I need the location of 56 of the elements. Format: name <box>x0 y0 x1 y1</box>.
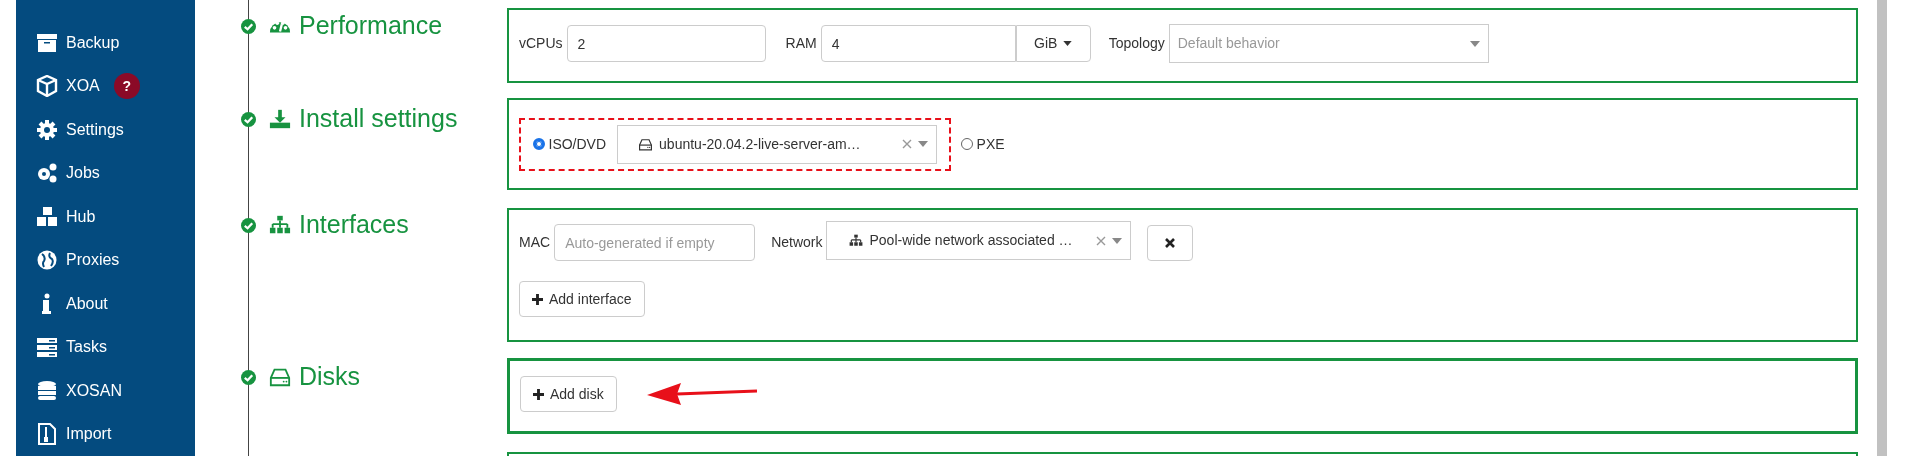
ram-field[interactable]: 4 <box>820 25 1016 62</box>
settings-icon <box>36 118 58 141</box>
cube-icon <box>36 75 58 98</box>
add-disk-button[interactable]: Add disk <box>520 376 617 412</box>
sidebar-item[interactable]: Jobs <box>16 151 195 195</box>
download-icon <box>269 108 291 130</box>
field-label: RAM <box>785 34 817 53</box>
network-select[interactable]: Pool-wide network associated … <box>826 221 1132 260</box>
section-title: Install settings <box>299 103 458 135</box>
add-interface-button[interactable]: Add interface <box>519 281 645 317</box>
close-icon <box>1165 237 1176 248</box>
field-label: Topology <box>1108 34 1165 53</box>
scrollbar[interactable] <box>1877 0 1887 456</box>
section-title: Interfaces <box>299 209 409 241</box>
sidebar-item[interactable]: Settings <box>16 108 195 152</box>
plus-icon <box>533 388 544 400</box>
mac-field[interactable]: Auto-generated if empty <box>554 224 756 261</box>
plus-icon <box>532 293 543 305</box>
globe-icon <box>36 249 58 272</box>
field-label: vCPUs <box>519 34 563 53</box>
radio-option[interactable]: ISO/DVD <box>533 133 607 155</box>
radio-option[interactable]: PXE <box>961 133 1005 155</box>
hard-drive-icon <box>269 366 291 388</box>
hard-drive-icon <box>638 137 654 151</box>
section-title: Disks <box>299 361 361 393</box>
iso-select[interactable]: ubuntu-20.04.2-live-server-am… <box>617 124 938 164</box>
archive-box-icon <box>36 31 58 54</box>
sidebar-item[interactable]: XOA ? <box>16 64 195 108</box>
network-icon <box>269 214 291 236</box>
sidebar-item[interactable]: Hub <box>16 195 195 239</box>
field-label: MAC <box>519 233 551 252</box>
tasks-icon <box>36 336 58 359</box>
sidebar-item[interactable]: Proxies <box>16 238 195 282</box>
sidebar-item[interactable]: About <box>16 282 195 326</box>
caret-icon <box>1112 237 1123 244</box>
field-label: Network <box>771 233 823 252</box>
help-badge: ? <box>113 73 140 100</box>
caret-icon <box>918 141 929 147</box>
network-icon <box>849 234 864 247</box>
section-title: Performance <box>299 10 443 42</box>
sidebar-item[interactable]: Backup <box>16 21 195 65</box>
remove-button[interactable] <box>1147 224 1194 261</box>
sidebar-item[interactable]: XOSAN <box>16 369 195 413</box>
caret-icon <box>1469 40 1480 47</box>
sidebar-item[interactable]: Tasks <box>16 325 195 369</box>
vcpus-field[interactable]: 2 <box>566 25 766 62</box>
boxes-icon <box>36 205 58 228</box>
sidebar-item[interactable]: Import <box>16 412 195 456</box>
gears-icon <box>36 162 58 185</box>
database-icon <box>36 379 58 402</box>
unit-dropdown[interactable]: GiB <box>1015 25 1091 62</box>
clear-icon <box>1096 235 1107 246</box>
clear-icon <box>902 139 913 149</box>
radio-button[interactable] <box>533 138 545 150</box>
caret-icon <box>1063 41 1073 46</box>
file-zip-icon <box>36 423 58 446</box>
